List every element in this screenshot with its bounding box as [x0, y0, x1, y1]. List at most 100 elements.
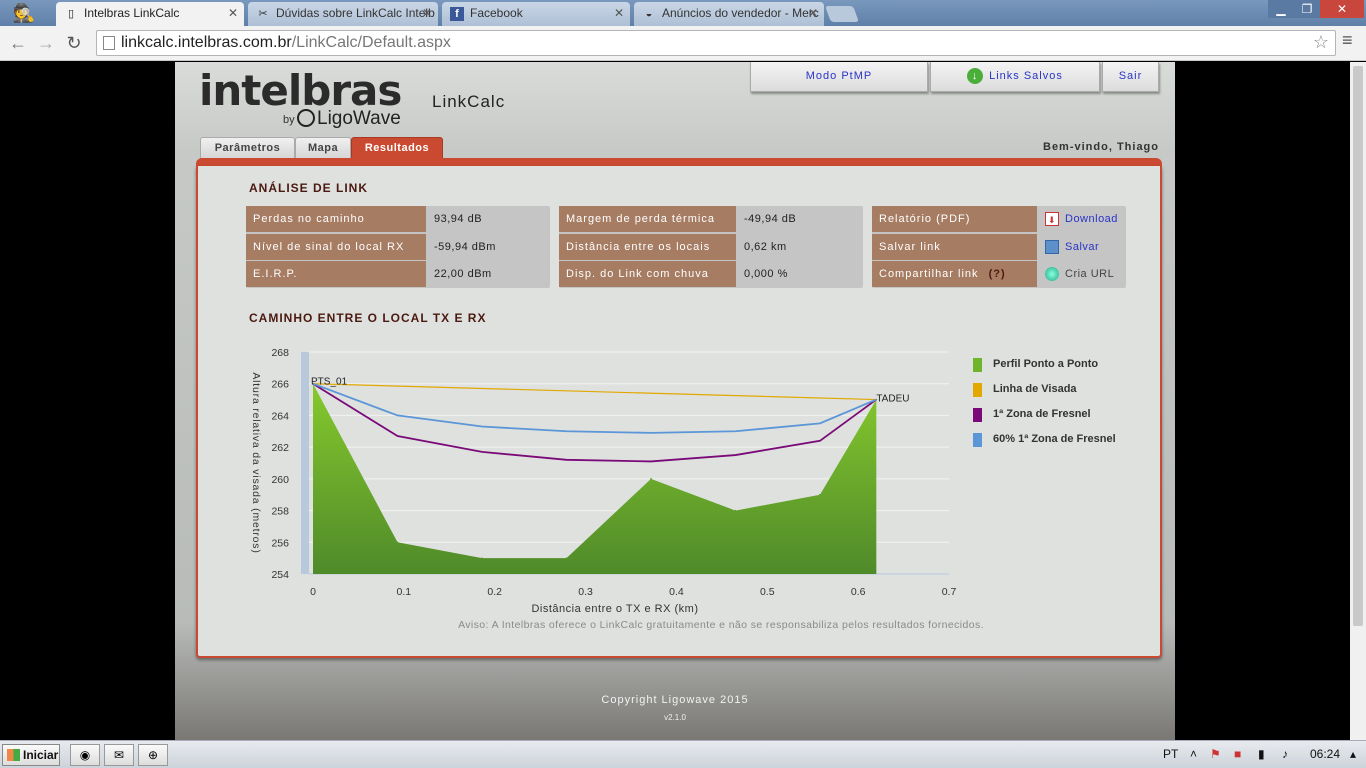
legend-label: Perfil Ponto a Ponto [993, 358, 1099, 370]
language-indicator[interactable]: PT [1163, 747, 1178, 761]
create-url-link[interactable]: Cria URL [1037, 261, 1114, 287]
flag-tray-icon[interactable]: ⚑ [1210, 747, 1221, 761]
menu-icon[interactable]: ≡ [1342, 30, 1353, 51]
pdf-icon: ⬇ [1045, 212, 1059, 227]
ptmp-mode-button[interactable]: Modo PtMP [750, 62, 928, 92]
legend-item-los: Linha de Visada [973, 383, 1077, 397]
security-tray-icon[interactable]: ■ [1234, 747, 1241, 761]
bookmark-star-icon[interactable]: ☆ [1313, 32, 1329, 53]
x-tick-label: 0.5 [760, 586, 775, 598]
show-desktop-icon[interactable]: ▴ [1350, 747, 1356, 761]
save-link[interactable]: Salvar [1037, 234, 1099, 260]
volume-tray-icon[interactable]: ♪ [1282, 747, 1288, 761]
tray-expand-icon[interactable]: ˄ [1190, 747, 1197, 761]
tab-resultados[interactable]: Resultados [351, 137, 443, 159]
close-icon[interactable]: ✕ [808, 2, 818, 24]
minimize-icon[interactable]: ▁ [1268, 0, 1294, 18]
tab-mapa[interactable]: Mapa [295, 137, 351, 159]
stat-label: Nível de sinal do local RX [246, 234, 426, 260]
start-button[interactable]: Iniciar [2, 744, 60, 766]
terrain-point [565, 557, 568, 559]
legend-item-fresnel60: 60% 1ª Zona de Fresnel [973, 433, 1116, 447]
download-link[interactable]: ⬇ Download [1037, 206, 1118, 232]
stat-row: Margem de perda térmica -49,94 dB [559, 206, 863, 232]
incognito-icon: 🕵 [12, 3, 36, 23]
legend-label: 60% 1ª Zona de Fresnel [993, 433, 1116, 445]
x-tick-label: 0.3 [578, 586, 593, 598]
browser-tab-2[interactable]: ✂ Dúvidas sobre LinkCalc Intelb ✕ [248, 2, 438, 26]
save-label: Salvar [1065, 241, 1100, 253]
tab-parametros[interactable]: Parâmetros [200, 137, 295, 159]
terrain-point [396, 541, 399, 544]
ligowave-logo: LigoWave [297, 108, 401, 130]
browser-tab-3[interactable]: f Facebook ✕ [442, 2, 630, 26]
y-tick-label: 260 [271, 474, 289, 486]
close-icon[interactable]: ✕ [422, 2, 432, 24]
browser-tab-4[interactable]: ◒ Anúncios do vendedor - Merc ✕ [634, 2, 824, 26]
scrollbar[interactable] [1350, 62, 1366, 740]
restore-icon[interactable]: ❐ [1294, 0, 1320, 18]
stat-label: Perdas no caminho [246, 206, 426, 232]
new-tab-button[interactable] [825, 6, 859, 22]
disclaimer: Aviso: A Intelbras oferece o LinkCalc gr… [458, 619, 984, 631]
network-tray-icon[interactable]: ▮ [1258, 747, 1265, 761]
chrome-taskbar-icon[interactable]: ◉ [70, 744, 100, 766]
page-icon: ▯ [67, 8, 75, 20]
stat-value: 0,62 km [744, 241, 787, 253]
x-tick-label: 0.1 [397, 586, 412, 598]
download-arrow-icon: ↓ [967, 68, 984, 85]
x-tick-label: 0.2 [487, 586, 502, 598]
globe-icon [1045, 267, 1059, 282]
mercadolivre-icon: ◒ [645, 8, 653, 20]
close-icon[interactable]: ✕ [614, 2, 624, 24]
terrain-point [819, 493, 821, 496]
saved-links-button[interactable]: ↓ Links Salvos [930, 62, 1100, 92]
series-line-2 [312, 382, 877, 463]
path-title: CAMINHO ENTRE O LOCAL TX E RX [249, 311, 487, 325]
explorer-taskbar-icon[interactable]: ⊕ [138, 744, 168, 766]
browser-tab-title: Intelbras LinkCalc [84, 6, 180, 20]
axis-band [301, 352, 309, 574]
legend-item-fresnel: 1ª Zona de Fresnel [973, 408, 1091, 422]
copyright: Copyright Ligowave 2015 [601, 694, 749, 706]
y-tick-label: 266 [271, 379, 289, 391]
help-link[interactable]: (?) [989, 268, 1006, 280]
forward-icon[interactable]: → [34, 31, 58, 55]
close-window-icon[interactable]: ✕ [1320, 0, 1364, 18]
y-tick-label: 264 [271, 410, 289, 422]
stats-group-3: Relatório (PDF) ⬇ Download Salvar link Sa… [872, 206, 1126, 288]
version: v2.1.0 [664, 713, 686, 722]
stat-label: Relatório (PDF) [872, 206, 1037, 232]
mail-taskbar-icon[interactable]: ✉ [104, 744, 134, 766]
y-tick-label: 254 [271, 569, 289, 581]
site-label: PTS_01 [311, 377, 348, 388]
terrain-point [734, 509, 737, 512]
url-path: /LinkCalc/Default.aspx [291, 34, 451, 51]
app-name: LinkCalc [432, 92, 506, 111]
reload-icon[interactable]: ↻ [62, 31, 86, 55]
stat-label: Distância entre os locais [559, 234, 736, 260]
browser-tab-1[interactable]: ▯ Intelbras LinkCalc ✕ [56, 2, 244, 26]
stat-label: E.I.R.P. [246, 261, 426, 287]
terrain-point [650, 478, 652, 480]
x-tick-label: 0.4 [669, 586, 684, 598]
address-bar[interactable]: linkcalc.intelbras.com.br/LinkCalc/Defau… [96, 30, 1336, 56]
y-tick-label: 262 [271, 442, 289, 454]
site-container: intelbras by LigoWave LinkCalc Modo PtMP… [175, 62, 1175, 740]
save-row: Salvar link Salvar [872, 234, 1126, 260]
x-tick-label: 0 [310, 586, 316, 598]
y-tick-label: 258 [271, 506, 289, 518]
ligowave-text: LigoWave [317, 108, 401, 129]
stat-row: Perdas no caminho 93,94 dB [246, 206, 550, 232]
save-icon [1045, 240, 1059, 255]
legend-label: Linha de Visada [993, 383, 1077, 395]
clock: 06:24 [1310, 747, 1341, 761]
legend-item-terrain: Perfil Ponto a Ponto [973, 358, 1099, 372]
close-icon[interactable]: ✕ [228, 2, 238, 24]
forum-icon: ✂ [258, 8, 268, 20]
back-icon[interactable]: ← [6, 31, 30, 55]
url-host: linkcalc.intelbras.com.br [121, 34, 292, 51]
stats-group-2: Margem de perda térmica -49,94 dB Distân… [559, 206, 863, 288]
exit-button[interactable]: Sair [1102, 62, 1159, 92]
scroll-thumb[interactable] [1353, 66, 1363, 626]
